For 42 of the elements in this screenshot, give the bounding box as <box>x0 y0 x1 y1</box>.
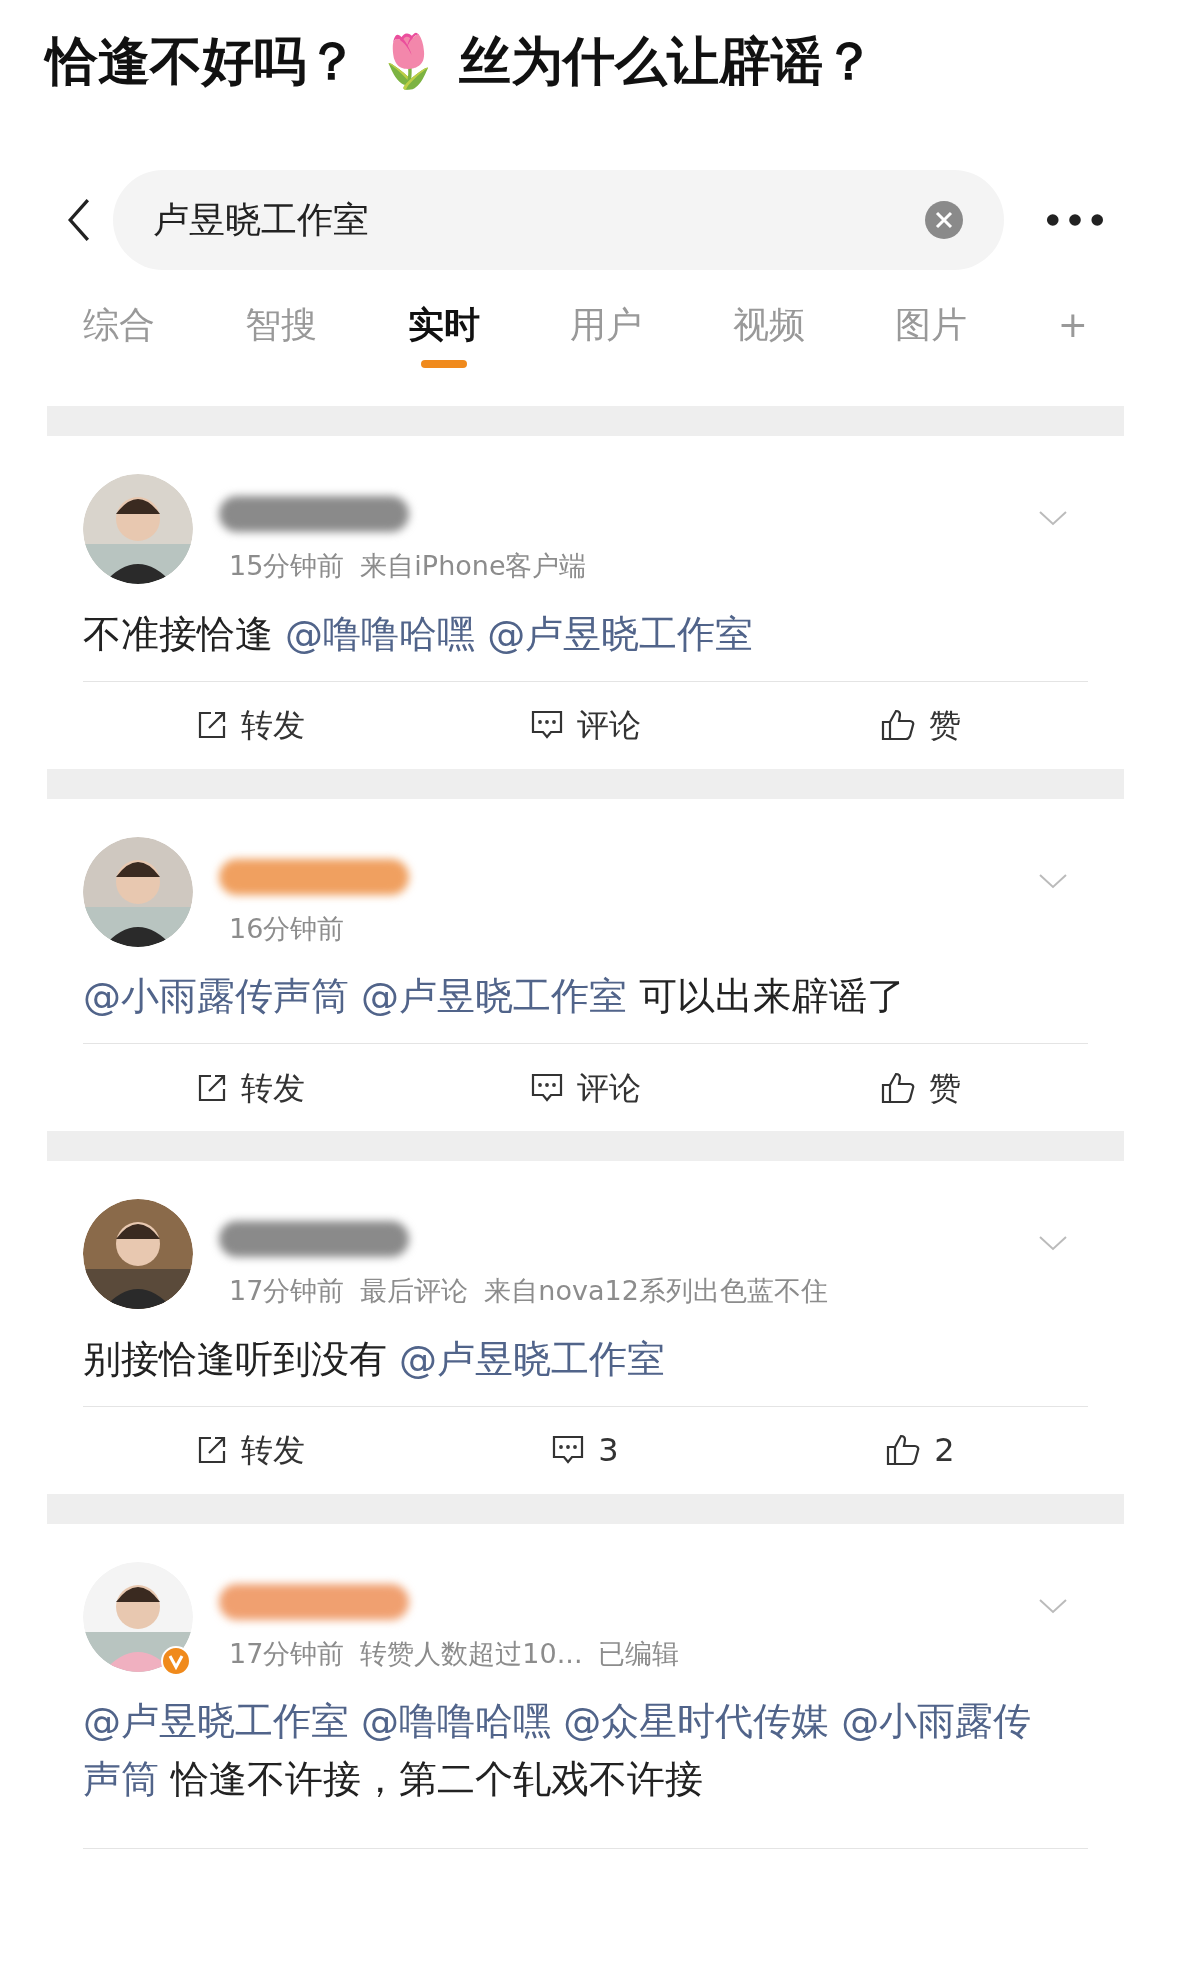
post-meta: 最后评论 <box>360 1274 469 1308</box>
post-meta: 17分钟前 <box>229 1636 345 1671</box>
chevron-down-icon[interactable] <box>1038 1597 1068 1614</box>
action-button[interactable]: 评论 <box>418 701 753 749</box>
comment-icon <box>552 1435 585 1465</box>
chevron-down-icon[interactable] <box>1038 1235 1068 1251</box>
chevron-down-icon[interactable] <box>1038 872 1068 889</box>
action-button[interactable]: 转发 <box>83 1063 418 1112</box>
thumbs-up-icon <box>886 1434 921 1466</box>
post-text: 不准接恰逢 @噜噜哈嘿 @卢昱晓工作室 <box>83 610 755 658</box>
post-text: @卢昱晓工作室 @噜噜哈嘿 @众星时代传媒 @小雨露传声筒 恰逢不许接，第二个轧戏不许接 <box>83 1698 1033 1803</box>
post-meta: 17分钟前 <box>229 1274 345 1308</box>
search-field[interactable]: 卢昱晓工作室 <box>113 170 1004 270</box>
action-button[interactable]: 赞 <box>753 701 1088 749</box>
comment-icon <box>530 1072 563 1103</box>
post-text: 别接恰逢听到没有 @卢昱晓工作室 <box>83 1335 667 1383</box>
post-meta: 转赞人数超过10... <box>360 1636 583 1671</box>
post-meta: 15分钟前 <box>229 549 345 583</box>
tab-indicator <box>420 360 467 368</box>
chevron-down-icon[interactable] <box>1038 510 1068 526</box>
headline: 恰逢不好吗？ 🌷 丝为什么让辟谣？ <box>0 0 1179 150</box>
post-meta: 来自iPhone客户端 <box>360 549 587 583</box>
back-icon[interactable] <box>67 198 91 242</box>
search-tab[interactable]: 实时 <box>407 298 480 370</box>
post-meta: 16分钟前 <box>229 911 345 946</box>
thumbs-up-icon <box>880 1071 915 1104</box>
action-button[interactable]: 赞 <box>753 1063 1088 1112</box>
share-icon <box>196 1072 227 1103</box>
share-icon <box>196 710 227 740</box>
action-button[interactable]: 转发 <box>83 1426 418 1474</box>
post-meta: 已编辑 <box>598 1636 680 1671</box>
post-text: @小雨露传声筒 @卢昱晓工作室 可以出来辟谣了 <box>83 973 907 1020</box>
post-meta: 来自nova12系列出色蓝不住 <box>484 1274 828 1308</box>
more-icon[interactable] <box>1046 213 1104 227</box>
action-button[interactable]: 3 <box>418 1426 753 1474</box>
comment-icon <box>530 710 563 740</box>
action-button[interactable]: 评论 <box>418 1063 753 1112</box>
action-button[interactable]: 2 <box>753 1426 1088 1474</box>
clear-icon[interactable] <box>924 200 964 240</box>
thumbs-up-icon <box>880 709 915 741</box>
action-button[interactable]: 转发 <box>83 701 418 749</box>
share-icon <box>196 1435 227 1465</box>
